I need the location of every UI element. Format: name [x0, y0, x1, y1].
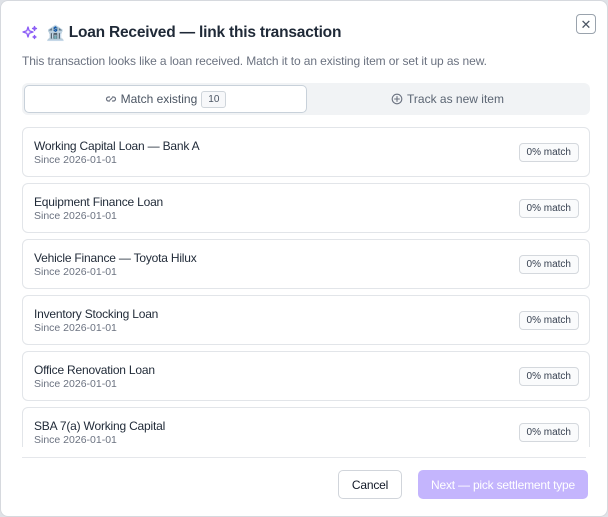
tab-match-label: Match existing: [120, 92, 198, 106]
item-name: Inventory Stocking Loan: [34, 306, 159, 321]
list-item[interactable]: SBA 7(a) Working Capital Since 2026-01-0…: [22, 407, 590, 447]
item-info: Vehicle Finance — Toyota Hilux Since 202…: [34, 251, 197, 278]
tab-track-new[interactable]: Track as new item: [307, 85, 588, 113]
item-info: Office Renovation Loan Since 2026-01-01: [34, 363, 155, 390]
sparkle-icon: [22, 25, 38, 41]
close-icon: ✕: [580, 16, 592, 32]
plus-circle-icon: [391, 93, 403, 105]
dialog-footer: Cancel Next — pick settlement type: [338, 470, 588, 499]
item-name: Vehicle Finance — Toyota Hilux: [34, 250, 197, 265]
dialog-header: 🏦 Loan Received — link this transaction …: [22, 21, 567, 68]
bank-icon: 🏦: [46, 25, 65, 42]
match-badge: 0% match: [518, 198, 579, 218]
footer-divider: [22, 457, 586, 458]
cancel-button[interactable]: Cancel: [338, 470, 402, 499]
item-since: Since 2026-01-01: [34, 377, 117, 390]
item-since: Since 2026-01-01: [34, 265, 117, 278]
tab-match-existing[interactable]: Match existing 10: [24, 85, 307, 113]
link-icon: [105, 93, 117, 105]
item-name: Office Renovation Loan: [34, 362, 155, 377]
list-item[interactable]: Equipment Finance Loan Since 2026-01-01 …: [22, 183, 590, 233]
list-item[interactable]: Office Renovation Loan Since 2026-01-01 …: [22, 351, 590, 401]
item-name: Working Capital Loan — Bank A: [34, 138, 200, 153]
list-item[interactable]: Working Capital Loan — Bank A Since 2026…: [22, 127, 590, 177]
mode-tabs: Match existing 10 Track as new item: [22, 83, 590, 115]
dialog-title: Loan Received — link this transaction: [68, 24, 342, 41]
list-item[interactable]: Vehicle Finance — Toyota Hilux Since 202…: [22, 239, 590, 289]
match-badge: 0% match: [518, 254, 579, 274]
match-count-badge: 10: [201, 90, 227, 108]
item-since: Since 2026-01-01: [34, 209, 117, 222]
tab-track-label: Track as new item: [407, 92, 504, 106]
item-info: Equipment Finance Loan Since 2026-01-01: [34, 195, 163, 222]
item-since: Since 2026-01-01: [34, 153, 117, 166]
item-since: Since 2026-01-01: [34, 321, 117, 334]
item-info: Working Capital Loan — Bank A Since 2026…: [34, 138, 200, 166]
item-since: Since 2026-01-01: [34, 433, 117, 446]
list-item[interactable]: Inventory Stocking Loan Since 2026-01-01…: [22, 295, 590, 345]
dialog-subtitle: This transaction looks like a loan recei…: [22, 54, 487, 68]
match-badge: 0% match: [518, 422, 579, 442]
item-name: SBA 7(a) Working Capital: [34, 418, 166, 433]
match-badge: 0% match: [518, 142, 579, 162]
title-row: 🏦 Loan Received — link this transaction: [22, 21, 567, 45]
match-badge: 0% match: [518, 310, 579, 330]
item-info: Inventory Stocking Loan Since 2026-01-01: [34, 307, 158, 334]
link-transaction-dialog: ✕ 🏦 Loan Received — link this transactio…: [0, 0, 608, 517]
item-info: SBA 7(a) Working Capital Since 2026-01-0…: [34, 419, 165, 446]
existing-items-list: Working Capital Loan — Bank A Since 2026…: [22, 127, 590, 447]
match-badge: 0% match: [518, 366, 579, 386]
item-name: Equipment Finance Loan: [34, 194, 164, 209]
next-button[interactable]: Next — pick settlement type: [418, 470, 588, 499]
close-button[interactable]: ✕: [576, 14, 596, 34]
